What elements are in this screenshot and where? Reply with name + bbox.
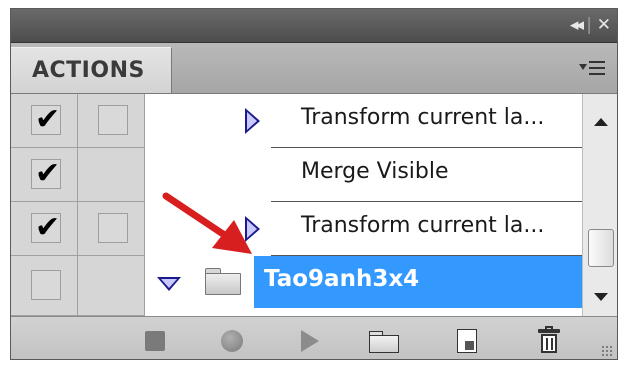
play-icon[interactable] [301, 330, 319, 352]
delete-icon[interactable] [538, 326, 560, 355]
action-label: Transform current la... [301, 213, 545, 238]
collapsed-triangle-icon[interactable] [245, 108, 260, 134]
title-separator: | [586, 15, 592, 35]
scroll-down-arrow-icon[interactable] [594, 293, 608, 301]
actions-toolbar [11, 316, 617, 359]
menu-line [589, 73, 605, 75]
menu-line [589, 61, 605, 63]
action-row[interactable]: ✔ Transform current la... [11, 202, 582, 256]
actions-panel: ◂◂ | ✕ ACTIONS ✔ Transform current la...… [10, 8, 618, 360]
scroll-up-arrow-icon[interactable] [594, 118, 608, 126]
red-arrow-annotation-icon [162, 192, 252, 254]
stop-icon[interactable] [145, 331, 165, 351]
action-label: Transform current la... [301, 105, 545, 130]
action-row[interactable]: ✔ Merge Visible [11, 148, 582, 202]
toggle-checkbox[interactable] [31, 270, 61, 300]
expanded-triangle-icon[interactable] [157, 277, 181, 291]
close-panel-icon[interactable]: ✕ [597, 14, 611, 36]
action-set-label: Tao9anh3x4 [264, 266, 420, 292]
dialog-toggle-column [78, 148, 145, 202]
panel-title-bar: ◂◂ | ✕ [11, 9, 617, 43]
tab-actions[interactable]: ACTIONS [11, 47, 172, 93]
record-icon[interactable] [221, 330, 243, 352]
menu-arrow-icon [579, 64, 587, 70]
tab-actions-label: ACTIONS [32, 58, 145, 83]
checkmark-icon: ✔ [35, 210, 61, 245]
new-set-folder-body [369, 335, 399, 353]
new-set-icon[interactable] [369, 331, 399, 353]
folder-body [205, 273, 241, 295]
action-row[interactable]: ✔ Transform current la... [11, 94, 582, 148]
toggle-item-column: ✔ [11, 148, 78, 202]
action-content[interactable]: Transform current la... [145, 94, 582, 148]
panel-tab-row: ACTIONS [11, 43, 617, 94]
vertical-scrollbar[interactable] [582, 94, 617, 316]
new-action-icon[interactable] [457, 329, 477, 353]
toggle-item-column: ✔ [11, 94, 78, 148]
dialog-toggle-column [78, 256, 145, 316]
selected-highlight[interactable]: Tao9anh3x4 [254, 256, 582, 308]
dialog-toggle-box[interactable] [98, 213, 128, 243]
toggle-item-column [11, 256, 78, 316]
actions-list: ✔ Transform current la... ✔ Merge Visibl… [11, 94, 582, 316]
checkmark-icon: ✔ [35, 102, 61, 137]
menu-line [589, 67, 605, 69]
trash-lid [538, 329, 560, 333]
dialog-toggle-box[interactable] [98, 105, 128, 135]
collapse-panel-icon[interactable]: ◂◂ [570, 14, 584, 36]
action-set-row[interactable]: Tao9anh3x4 [11, 256, 582, 316]
dialog-toggle-column [78, 94, 145, 148]
checkmark-icon: ✔ [35, 156, 61, 191]
dialog-toggle-column [78, 202, 145, 256]
action-label: Merge Visible [301, 159, 449, 184]
toggle-item-column: ✔ [11, 202, 78, 256]
scroll-thumb[interactable] [588, 229, 614, 267]
trash-can [541, 334, 557, 353]
panel-menu-icon[interactable] [579, 58, 607, 78]
resize-grip-icon[interactable] [601, 345, 613, 357]
folder-icon [205, 268, 241, 295]
